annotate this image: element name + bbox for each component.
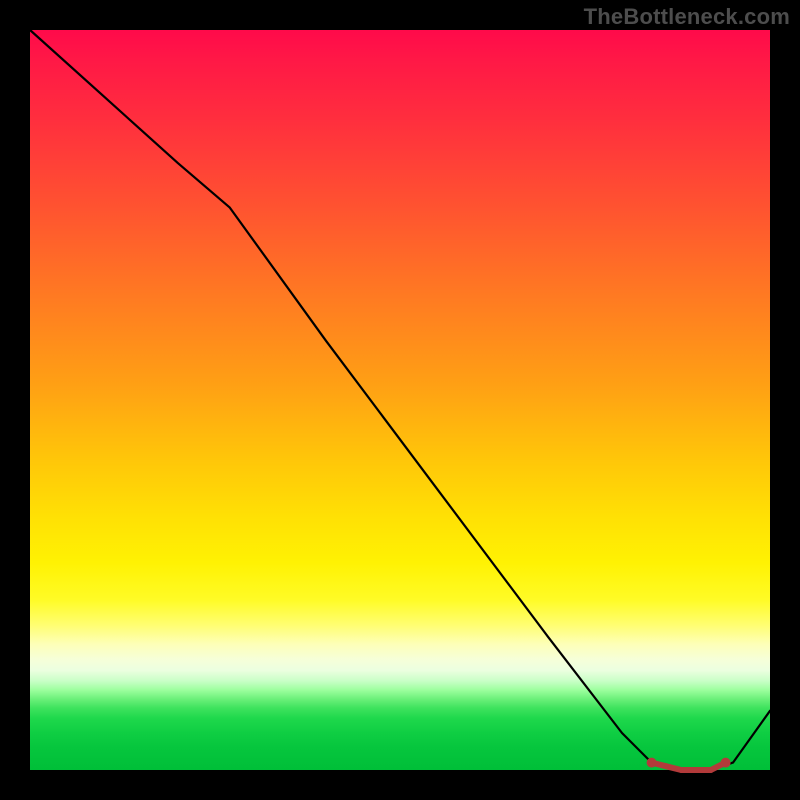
chart-svg	[30, 30, 770, 770]
plot-area	[30, 30, 770, 770]
bottleneck-curve-line	[30, 30, 770, 770]
watermark-text: TheBottleneck.com	[584, 4, 790, 30]
optimal-range-markers	[647, 758, 731, 770]
optimal-range-dot	[647, 758, 657, 768]
chart-stage: TheBottleneck.com	[0, 0, 800, 800]
optimal-range-dot	[721, 758, 731, 768]
